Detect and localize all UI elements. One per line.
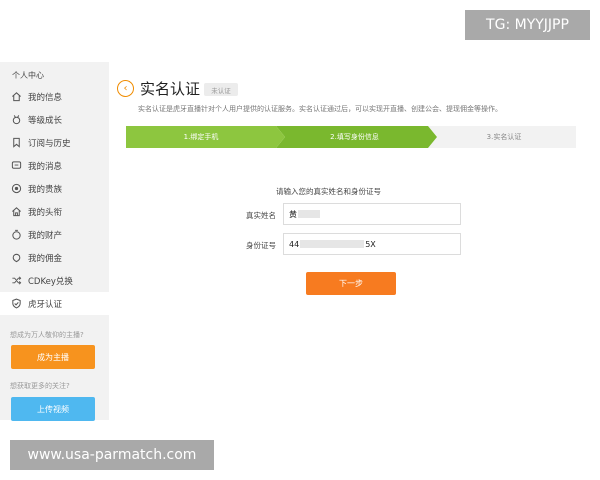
sidebar-item-info[interactable]: 我的信息 xyxy=(0,85,109,108)
sidebar-item-cdkey[interactable]: CDKey兑换 xyxy=(0,269,109,292)
id-prefix: 44 xyxy=(289,239,300,249)
sidebar-item-label: CDKey兑换 xyxy=(28,276,73,287)
shield-check-icon xyxy=(10,298,22,310)
watermark-top-right: TG: MYYJJPP xyxy=(465,10,590,40)
sidebar-item-label: 等级成长 xyxy=(28,115,63,126)
sidebar-item-label: 我的贵族 xyxy=(28,184,63,195)
home-icon xyxy=(10,91,22,103)
noble-icon xyxy=(10,183,22,195)
sidebar-item-noble[interactable]: 我的贵族 xyxy=(0,177,109,200)
step-3-label: 3.实名认证 xyxy=(486,133,522,141)
chevron-left-icon: ‹ xyxy=(123,83,128,94)
commission-icon xyxy=(10,252,22,264)
message-icon xyxy=(10,160,22,172)
name-label: 真实姓名 xyxy=(246,211,276,220)
status-badge: 未认证 xyxy=(204,83,238,96)
sidebar-title: 个人中心 xyxy=(12,71,44,80)
sidebar-item-messages[interactable]: 我的消息 xyxy=(0,154,109,177)
title-icon xyxy=(10,206,22,218)
watermark-bottom-left: www.usa-parmatch.com xyxy=(10,440,214,470)
sidebar: 个人中心 我的信息 等级成长 订阅与历史 我的消息 我的贵族 我的头衔 我的财产… xyxy=(0,62,109,421)
back-button[interactable]: ‹ xyxy=(117,80,134,97)
progress-steps: 1.绑定手机 2.填写身份信息 3.实名认证 xyxy=(126,126,576,148)
id-number-input[interactable]: 44 5X xyxy=(283,233,461,255)
sidebar-item-label: 我的佣金 xyxy=(28,253,63,264)
id-label: 身份证号 xyxy=(246,241,276,250)
upload-video-button[interactable]: 上传视频 xyxy=(11,397,95,421)
become-anchor-button[interactable]: 成为主播 xyxy=(11,345,95,369)
sidebar-item-label: 我的头衔 xyxy=(28,207,63,218)
medal-icon xyxy=(10,114,22,126)
shuffle-icon xyxy=(10,275,22,287)
anchor-prompt: 想成为万人敬仰的主播? xyxy=(10,331,84,339)
page-description: 实名认证是虎牙直播针对个人用户提供的认证服务。实名认证通过后，可以实现开直播、创… xyxy=(138,105,502,113)
redacted-text xyxy=(300,240,365,248)
sidebar-item-label: 我的财产 xyxy=(28,230,63,241)
sidebar-item-verification[interactable]: 虎牙认证 xyxy=(0,292,109,315)
step-1-label: 1.绑定手机 xyxy=(183,133,219,141)
sidebar-item-titles[interactable]: 我的头衔 xyxy=(0,200,109,223)
sidebar-item-commission[interactable]: 我的佣金 xyxy=(0,246,109,269)
sidebar-item-label: 订阅与历史 xyxy=(28,138,71,149)
sidebar-item-property[interactable]: 我的财产 xyxy=(0,223,109,246)
sidebar-item-level[interactable]: 等级成长 xyxy=(0,108,109,131)
step-2-label: 2.填写身份信息 xyxy=(330,133,379,141)
wallet-icon xyxy=(10,229,22,241)
name-value: 黄 xyxy=(289,209,297,219)
sidebar-item-label: 我的消息 xyxy=(28,161,63,172)
video-prompt: 想获取更多的关注? xyxy=(10,382,70,390)
redacted-text xyxy=(298,210,320,218)
sidebar-item-subscriptions[interactable]: 订阅与历史 xyxy=(0,131,109,154)
sidebar-item-label: 我的信息 xyxy=(28,92,63,103)
real-name-input[interactable]: 黄 xyxy=(283,203,461,225)
bookmark-icon xyxy=(10,137,22,149)
form-heading: 请输入您的真实姓名和身份证号 xyxy=(276,187,381,196)
id-suffix: 5X xyxy=(365,239,376,249)
next-step-button[interactable]: 下一步 xyxy=(306,272,396,295)
sidebar-item-label: 虎牙认证 xyxy=(28,299,63,310)
page-title: 实名认证 xyxy=(140,80,201,98)
